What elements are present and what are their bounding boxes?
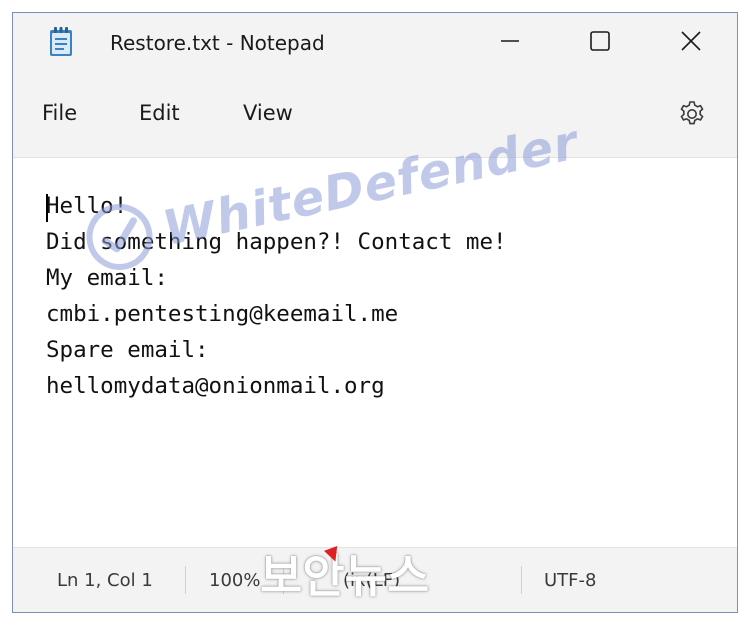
editor-line: Spare email: <box>46 337 209 363</box>
maximize-icon <box>589 30 611 56</box>
menu-view[interactable]: View <box>243 101 293 125</box>
minimize-icon <box>499 30 521 56</box>
cursor-position: Ln 1, Col 1 <box>57 570 153 591</box>
settings-button[interactable] <box>673 97 711 135</box>
menu-bar: File Edit View <box>13 73 737 158</box>
minimize-button[interactable] <box>466 13 554 73</box>
checkmark-circle-icon <box>78 195 162 282</box>
menu-edit[interactable]: Edit <box>139 101 180 125</box>
text-caret <box>46 194 48 222</box>
maximize-button[interactable] <box>556 13 644 73</box>
menu-file[interactable]: File <box>42 101 77 125</box>
title-bar[interactable]: Restore.txt - Notepad <box>13 13 737 73</box>
notepad-window: Restore.txt - Notepad File Edit View Hel… <box>12 12 738 613</box>
window-title: Restore.txt - Notepad <box>110 31 325 55</box>
gear-icon <box>677 99 707 133</box>
notepad-icon <box>49 27 73 57</box>
close-icon <box>680 30 702 56</box>
status-divider <box>185 566 186 594</box>
zoom-level: 100% <box>209 570 261 591</box>
editor-line: hellomydata@onionmail.org <box>46 373 385 399</box>
status-divider <box>521 566 522 594</box>
encoding: UTF-8 <box>544 570 597 591</box>
editor-line: cmbi.pentesting@keemail.me <box>46 301 399 327</box>
news-logo: 보안뉴스 <box>260 549 430 603</box>
close-button[interactable] <box>647 13 735 73</box>
